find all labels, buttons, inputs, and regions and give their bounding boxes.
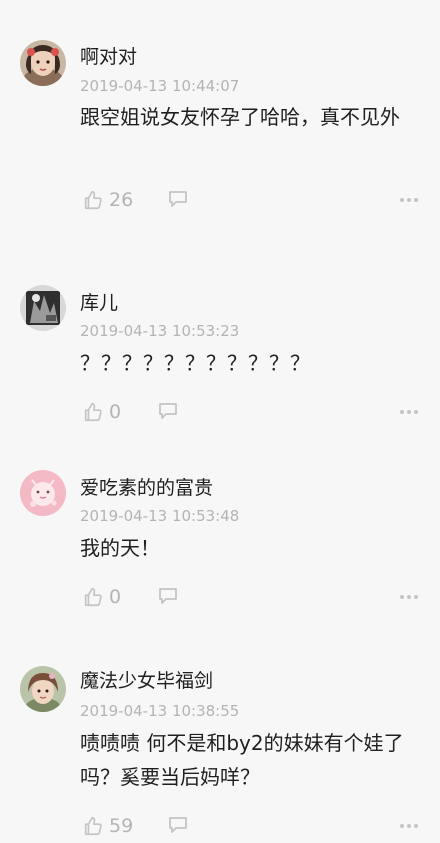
avatar[interactable]: [20, 666, 66, 712]
comment-text: ？？？？？？？？？？？: [80, 351, 311, 375]
like-count: 0: [109, 586, 122, 608]
comment-text: 啧啧啧 何不是和by2的妹妹有个娃了吗？奚要当后妈咩？: [80, 731, 404, 789]
comment-text: 我的天！: [80, 536, 160, 560]
avatar[interactable]: [20, 285, 66, 331]
reply-button[interactable]: [168, 816, 188, 838]
comment-username[interactable]: 爱吃素的的富贵: [80, 473, 213, 500]
comment-actions: 26: [0, 187, 440, 213]
reply-button[interactable]: [158, 587, 178, 609]
comment-timestamp: 2019-04-13 10:38:55: [80, 702, 240, 720]
reply-button[interactable]: [168, 190, 188, 212]
comment-username[interactable]: 魔法少女毕福剑: [80, 666, 213, 693]
more-dots-icon: [400, 198, 404, 202]
speech-bubble-icon: [169, 817, 187, 833]
thumbs-up-icon: [84, 587, 102, 607]
comment-actions: 0: [0, 584, 440, 610]
more-dots-icon: [400, 410, 404, 414]
more-button[interactable]: [400, 822, 418, 830]
more-button[interactable]: [400, 196, 418, 204]
speech-bubble-icon: [159, 588, 177, 604]
like-count: 26: [109, 189, 134, 211]
comment-text: 跟空姐说女友怀孕了哈哈，真不见外: [80, 105, 400, 129]
like-button[interactable]: 59: [82, 813, 133, 839]
thumbs-up-icon: [84, 402, 102, 422]
thumbs-up-icon: [84, 816, 102, 836]
more-dots-icon: [400, 595, 404, 599]
like-count: 59: [109, 815, 134, 837]
like-count: 0: [109, 401, 122, 423]
comment-actions: 0: [0, 399, 440, 425]
like-button[interactable]: 0: [82, 584, 121, 610]
comment-timestamp: 2019-04-13 10:44:07: [80, 77, 240, 95]
more-button[interactable]: [400, 408, 418, 416]
more-dots-icon: [400, 824, 404, 828]
reply-button[interactable]: [158, 402, 178, 424]
avatar[interactable]: [20, 40, 66, 86]
comment-actions: 59: [0, 813, 440, 839]
comment-timestamp: 2019-04-13 10:53:23: [80, 322, 240, 340]
comment-username[interactable]: 库儿: [80, 288, 118, 315]
avatar[interactable]: [20, 470, 66, 516]
comment-username[interactable]: 啊对对: [80, 42, 137, 69]
thumbs-up-icon: [84, 190, 102, 210]
comment-timestamp: 2019-04-13 10:53:48: [80, 507, 240, 525]
like-button[interactable]: 26: [82, 187, 133, 213]
more-button[interactable]: [400, 593, 418, 601]
like-button[interactable]: 0: [82, 399, 121, 425]
speech-bubble-icon: [159, 403, 177, 419]
speech-bubble-icon: [169, 191, 187, 207]
